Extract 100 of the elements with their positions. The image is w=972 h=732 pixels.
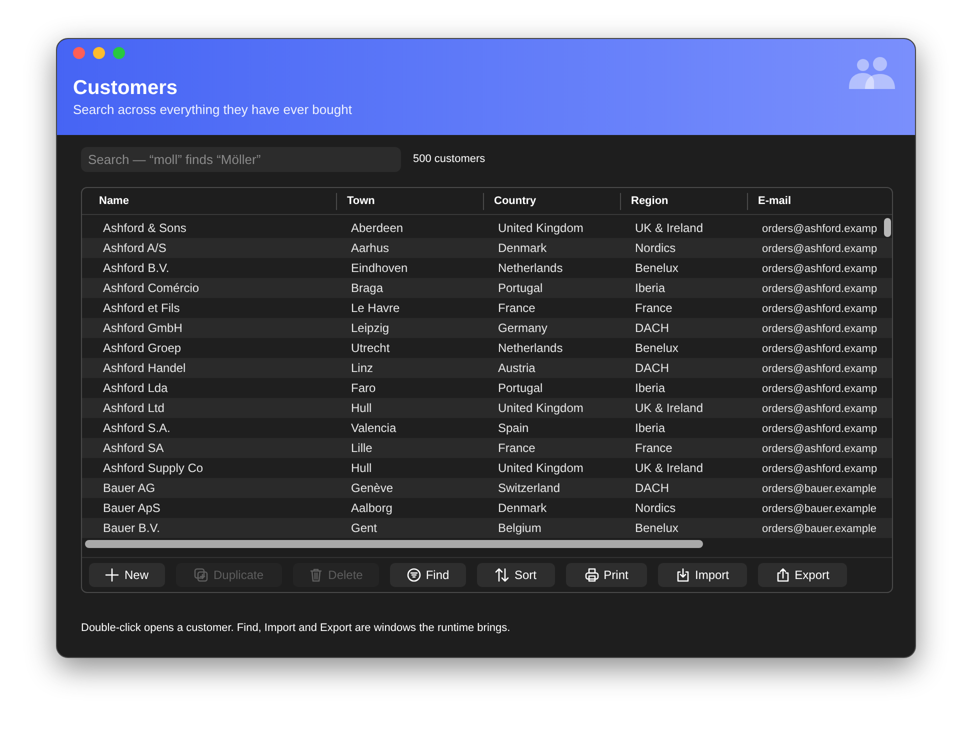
table-cell: Ashford Handel (103, 361, 186, 375)
sort-button[interactable]: Sort (477, 563, 555, 587)
table-cell: Iberia (635, 421, 666, 435)
table-cell: United Kingdom (498, 401, 584, 415)
table-cell: Germany (498, 321, 548, 335)
table-cell: Ashford GmbH (103, 321, 182, 335)
table-cell: Ashford Supply Co (103, 461, 204, 475)
table-cell: Ashford & Sons (103, 221, 186, 235)
sort-icon (495, 568, 510, 582)
table-cell: orders@ashford.examp (762, 263, 878, 275)
column-header[interactable]: E-mail (758, 192, 792, 210)
table-cell: Le Havre (351, 301, 400, 315)
table-cell: orders@ashford.examp (762, 443, 878, 455)
window-subtitle: Search across everything they have ever bought (73, 102, 352, 118)
table-cell: Netherlands (498, 341, 563, 355)
table-cell: Belgium (498, 521, 542, 535)
table-cell: DACH (635, 361, 670, 375)
table-cell: Denmark (498, 241, 547, 255)
table-cell: Denmark (498, 501, 547, 515)
vertical-scrollbar[interactable] (884, 218, 891, 237)
table-cell: Faro (351, 381, 376, 395)
table-cell: orders@ashford.examp (762, 303, 878, 315)
table-row[interactable]: Ashford A/S Aarhus Denmark Nordics orders@ashford.examp (82, 238, 892, 258)
new-icon (105, 568, 120, 582)
table-cell: Aarhus (351, 241, 390, 255)
table-cell: Valencia (351, 421, 396, 435)
window-title: Customers (73, 76, 178, 100)
footer-note: Double-click opens a customer. Find, Import and Export are windows the runtime brings. (81, 621, 510, 636)
find-button[interactable]: Find (390, 563, 466, 587)
customer-count: 500 customers (413, 152, 486, 168)
table-cell: Bauer B.V. (103, 521, 160, 535)
table-cell: France (635, 301, 672, 315)
table-cell: Utrecht (351, 341, 390, 355)
table-cell: Ashford Lda (103, 381, 168, 395)
table-cell: Gent (351, 521, 378, 535)
export-button[interactable]: Export (758, 563, 847, 587)
table-cell: Hull (351, 461, 372, 475)
minimize-button[interactable] (93, 47, 105, 59)
table-cell: Benelux (635, 261, 678, 275)
table-cell: Iberia (635, 281, 666, 295)
table-cell: orders@ashford.examp (762, 423, 878, 435)
table-cell: orders@ashford.examp (762, 403, 878, 415)
table-row[interactable]: Bauer AG Genève Switzerland DACH orders@bauer.example (82, 478, 892, 498)
table-row[interactable]: Ashford Comércio Braga Portugal Iberia orders@ashford.examp (82, 278, 892, 298)
duplicate-icon (194, 568, 208, 582)
table-cell: Linz (351, 361, 374, 375)
table-row[interactable]: Ashford Handel Linz Austria DACH orders@ashford.examp (82, 358, 892, 378)
table-cell: Lille (351, 441, 372, 455)
table-cell: Ashford Ltd (103, 401, 164, 415)
find-icon (406, 568, 421, 582)
column-header[interactable]: Country (494, 192, 536, 210)
table-cell: Portugal (498, 381, 543, 395)
table-row[interactable]: Ashford Ltd Hull United Kingdom UK & Ireland orders@ashford.examp (82, 398, 892, 418)
table-cell: Hull (351, 401, 372, 415)
table-cell: United Kingdom (498, 461, 584, 475)
import-button[interactable]: Import (658, 563, 747, 587)
table-cell: Leipzig (351, 321, 390, 335)
table-cell: Braga (351, 281, 384, 295)
table-cell: Nordics (635, 501, 676, 515)
export-icon (776, 568, 790, 582)
search-field[interactable]: Search — “moll” finds “Möller” (81, 147, 401, 172)
table-cell: France (498, 441, 536, 455)
table-cell: Eindhoven (351, 261, 408, 275)
people-icon (849, 57, 895, 89)
table-cell: orders@ashford.examp (762, 283, 878, 295)
table-cell: Netherlands (498, 261, 563, 275)
table-cell: Ashford B.V. (103, 261, 170, 275)
table-cell: UK & Ireland (635, 221, 704, 235)
table-cell: orders@ashford.examp (762, 343, 878, 355)
column-header[interactable]: Name (99, 192, 129, 210)
import-icon (676, 568, 690, 582)
new-button[interactable]: New (89, 563, 165, 587)
column-header[interactable]: Town (347, 192, 375, 210)
horizontal-scrollbar[interactable] (85, 540, 703, 548)
column-header[interactable]: Region (631, 192, 668, 210)
table-cell: United Kingdom (498, 221, 584, 235)
table-row[interactable]: Ashford SA Lille France France orders@ashford.examp (82, 438, 892, 458)
table-cell: France (498, 301, 536, 315)
table-cell: DACH (635, 321, 670, 335)
table-cell: Ashford Groep (103, 341, 182, 355)
table-cell: orders@ashford.examp (762, 463, 878, 475)
table-cell: orders@bauer.example (762, 503, 877, 515)
table-cell: orders@ashford.examp (762, 323, 878, 335)
table-cell: Ashford S.A. (103, 421, 170, 435)
print-button[interactable]: Print (566, 563, 647, 587)
table-row[interactable]: Bauer B.V. Gent Belgium Benelux orders@bauer.example (82, 518, 892, 538)
close-button[interactable] (73, 47, 85, 59)
table-cell: Benelux (635, 521, 678, 535)
table-cell: Bauer ApS (103, 501, 160, 515)
table-cell: Austria (498, 361, 536, 375)
table-cell: Aberdeen (351, 221, 404, 235)
table-row[interactable]: Ashford GmbH Leipzig Germany DACH orders@ashford.examp (82, 318, 892, 338)
zoom-button[interactable] (113, 47, 125, 59)
table-cell: Aalborg (351, 501, 392, 515)
table-cell: UK & Ireland (635, 461, 704, 475)
table-cell: Benelux (635, 341, 678, 355)
table-cell: Spain (498, 421, 529, 435)
table-cell: orders@ashford.examp (762, 363, 878, 375)
table-cell: Bauer AG (103, 481, 156, 495)
table-cell: Ashford A/S (103, 241, 166, 255)
